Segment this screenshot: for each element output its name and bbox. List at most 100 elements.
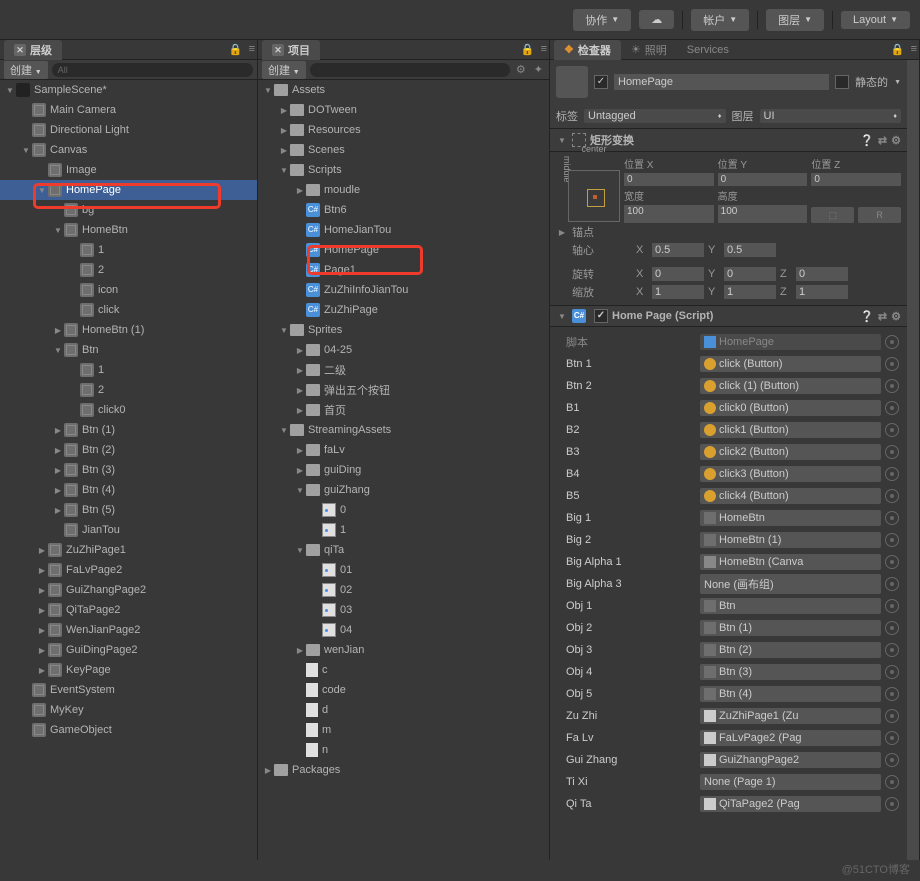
- lock-icon[interactable]: 🔒: [519, 43, 537, 56]
- tree-row[interactable]: 首页: [258, 400, 549, 420]
- tree-row[interactable]: ZuZhiPage1: [0, 540, 257, 560]
- object-field[interactable]: click1 (Button): [700, 422, 881, 438]
- tab-hierarchy[interactable]: ✕层级: [4, 40, 62, 60]
- close-icon[interactable]: ✕: [14, 44, 26, 56]
- object-field[interactable]: Btn (1): [700, 620, 881, 636]
- foldout-icon[interactable]: [36, 646, 48, 655]
- tree-row[interactable]: GuiDingPage2: [0, 640, 257, 660]
- tree-row[interactable]: C#ZuZhiInfoJianTou: [258, 280, 549, 300]
- tree-row[interactable]: d: [258, 700, 549, 720]
- object-picker-icon[interactable]: [885, 379, 899, 393]
- tree-row[interactable]: QiTaPage2: [0, 600, 257, 620]
- search-input[interactable]: All: [52, 63, 253, 77]
- foldout-icon[interactable]: [36, 186, 48, 195]
- close-icon[interactable]: ✕: [272, 44, 284, 56]
- foldout-icon[interactable]: [52, 226, 64, 235]
- object-picker-icon[interactable]: [885, 401, 899, 415]
- tree-row[interactable]: 1: [258, 520, 549, 540]
- tree-row[interactable]: Scenes: [258, 140, 549, 160]
- tree-row[interactable]: faLv: [258, 440, 549, 460]
- tree-row[interactable]: StreamingAssets: [258, 420, 549, 440]
- tab-services[interactable]: Services: [677, 42, 739, 58]
- foldout-icon[interactable]: [294, 446, 306, 455]
- filter-icon[interactable]: ⚙: [514, 63, 528, 76]
- tree-row[interactable]: JianTou: [0, 520, 257, 540]
- tree-row[interactable]: guiZhang: [258, 480, 549, 500]
- tree-row[interactable]: EventSystem: [0, 680, 257, 700]
- name-field[interactable]: HomePage: [614, 74, 829, 90]
- foldout-icon[interactable]: [294, 186, 306, 195]
- object-picker-icon[interactable]: [885, 467, 899, 481]
- tree-row[interactable]: DOTween: [258, 100, 549, 120]
- height-field[interactable]: 100: [718, 205, 808, 223]
- object-picker-icon[interactable]: [885, 511, 899, 525]
- object-field[interactable]: click3 (Button): [700, 466, 881, 482]
- object-picker-icon[interactable]: [885, 731, 899, 745]
- object-field[interactable]: click0 (Button): [700, 400, 881, 416]
- object-picker-icon[interactable]: [885, 489, 899, 503]
- preset-icon[interactable]: ⇄: [878, 134, 887, 147]
- foldout-icon[interactable]: [262, 86, 274, 95]
- object-picker-icon[interactable]: [885, 775, 899, 789]
- tree-row[interactable]: 2: [0, 380, 257, 400]
- tree-row[interactable]: C#HomeJianTou: [258, 220, 549, 240]
- foldout-icon[interactable]: [52, 466, 64, 475]
- foldout-icon[interactable]: [294, 366, 306, 375]
- object-picker-icon[interactable]: [885, 621, 899, 635]
- tree-row[interactable]: Scripts: [258, 160, 549, 180]
- tree-row[interactable]: code: [258, 680, 549, 700]
- hierarchy-tree[interactable]: SampleScene*Main CameraDirectional Light…: [0, 80, 257, 860]
- tree-row[interactable]: Btn (2): [0, 440, 257, 460]
- object-picker-icon[interactable]: [885, 665, 899, 679]
- object-field[interactable]: click (Button): [700, 356, 881, 372]
- tree-row[interactable]: HomePage: [0, 180, 257, 200]
- foldout-icon[interactable]: [36, 626, 48, 635]
- foldout-icon[interactable]: [52, 426, 64, 435]
- preset-icon[interactable]: ⇄: [878, 310, 887, 323]
- tree-row[interactable]: 03: [258, 600, 549, 620]
- foldout-icon[interactable]: [294, 646, 306, 655]
- tree-row[interactable]: guiDing: [258, 460, 549, 480]
- foldout-icon[interactable]: [294, 546, 306, 555]
- gear-icon[interactable]: ⚙: [891, 134, 901, 147]
- tree-row[interactable]: Canvas: [0, 140, 257, 160]
- foldout-icon[interactable]: [52, 446, 64, 455]
- tree-row[interactable]: MyKey: [0, 700, 257, 720]
- foldout-icon[interactable]: [52, 326, 64, 335]
- object-picker-icon[interactable]: [885, 533, 899, 547]
- help-icon[interactable]: ❔: [860, 310, 874, 323]
- tree-row[interactable]: 二级: [258, 360, 549, 380]
- foldout-icon[interactable]: [52, 486, 64, 495]
- foldout-icon[interactable]: [36, 586, 48, 595]
- object-field[interactable]: Btn: [700, 598, 881, 614]
- object-field[interactable]: click (1) (Button): [700, 378, 881, 394]
- tree-row[interactable]: moudle: [258, 180, 549, 200]
- object-picker-icon[interactable]: [885, 335, 899, 349]
- tree-row[interactable]: c: [258, 660, 549, 680]
- lock-icon[interactable]: 🔒: [227, 43, 245, 56]
- enabled-checkbox[interactable]: [594, 309, 608, 323]
- tree-row[interactable]: 1: [0, 240, 257, 260]
- tree-row[interactable]: 弹出五个按钮: [258, 380, 549, 400]
- tree-row[interactable]: KeyPage: [0, 660, 257, 680]
- raw-button[interactable]: R: [858, 207, 901, 223]
- tree-row[interactable]: SampleScene*: [0, 80, 257, 100]
- object-field[interactable]: ZuZhiPage1 (Zu: [700, 708, 881, 724]
- gear-icon[interactable]: ⚙: [891, 310, 901, 323]
- collab-button[interactable]: 协作▼: [573, 9, 631, 31]
- foldout-icon[interactable]: [262, 766, 274, 775]
- foldout-icon[interactable]: [4, 86, 16, 95]
- anchor-preset[interactable]: [568, 170, 620, 222]
- foldout-icon[interactable]: [294, 486, 306, 495]
- object-field[interactable]: HomeBtn (1): [700, 532, 881, 548]
- foldout-icon[interactable]: [52, 346, 64, 355]
- tree-row[interactable]: Btn (1): [0, 420, 257, 440]
- foldout-icon[interactable]: [556, 136, 568, 145]
- static-checkbox[interactable]: [835, 75, 849, 89]
- foldout-icon[interactable]: [52, 506, 64, 515]
- object-picker-icon[interactable]: [885, 709, 899, 723]
- tree-row[interactable]: 04: [258, 620, 549, 640]
- foldout-icon[interactable]: [278, 106, 290, 115]
- pos-y-field[interactable]: 0: [718, 173, 808, 186]
- object-field[interactable]: FaLvPage2 (Pag: [700, 730, 881, 746]
